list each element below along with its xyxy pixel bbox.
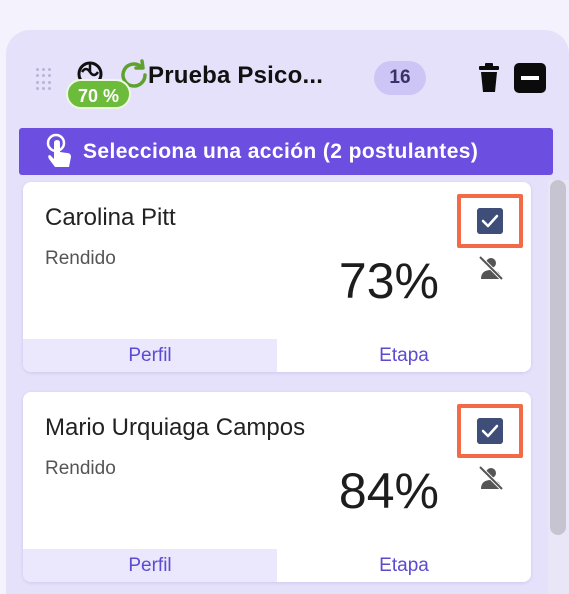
- candidate-card[interactable]: Mario Urquiaga Campos Rendido 84% Perfil…: [23, 392, 531, 582]
- bulk-action-bar[interactable]: Selecciona una acción (2 postulantes): [19, 128, 553, 175]
- stage-title: Prueba Psico...: [148, 62, 324, 89]
- candidate-status: Rendido: [45, 458, 116, 479]
- bulk-action-label: Selecciona una acción (2 postulantes): [83, 139, 479, 163]
- tab-profile[interactable]: Perfil: [23, 339, 277, 372]
- completion-badge: 70 %: [66, 79, 132, 109]
- candidate-score: 73%: [338, 253, 439, 309]
- collapse-icon[interactable]: [514, 63, 546, 93]
- scrollbar-thumb[interactable]: [550, 180, 566, 535]
- drag-handle-icon[interactable]: [36, 68, 52, 90]
- candidate-score: 84%: [338, 463, 439, 519]
- candidate-count-badge: 16: [374, 61, 426, 95]
- candidate-checkbox[interactable]: [477, 418, 503, 444]
- trash-icon[interactable]: [477, 63, 501, 93]
- candidate-card[interactable]: Carolina Pitt Rendido 73% Perfil Etapa: [23, 182, 531, 372]
- user-off-icon[interactable]: [477, 464, 505, 492]
- touch-hand-icon: [46, 133, 71, 167]
- user-off-icon[interactable]: [477, 254, 505, 282]
- tab-stage[interactable]: Etapa: [277, 339, 531, 372]
- candidate-name: Carolina Pitt: [45, 204, 176, 231]
- candidate-checkbox[interactable]: [477, 208, 503, 234]
- candidate-status: Rendido: [45, 248, 116, 269]
- tab-profile[interactable]: Perfil: [23, 549, 277, 582]
- candidate-name: Mario Urquiaga Campos: [45, 414, 306, 441]
- tab-stage[interactable]: Etapa: [277, 549, 531, 582]
